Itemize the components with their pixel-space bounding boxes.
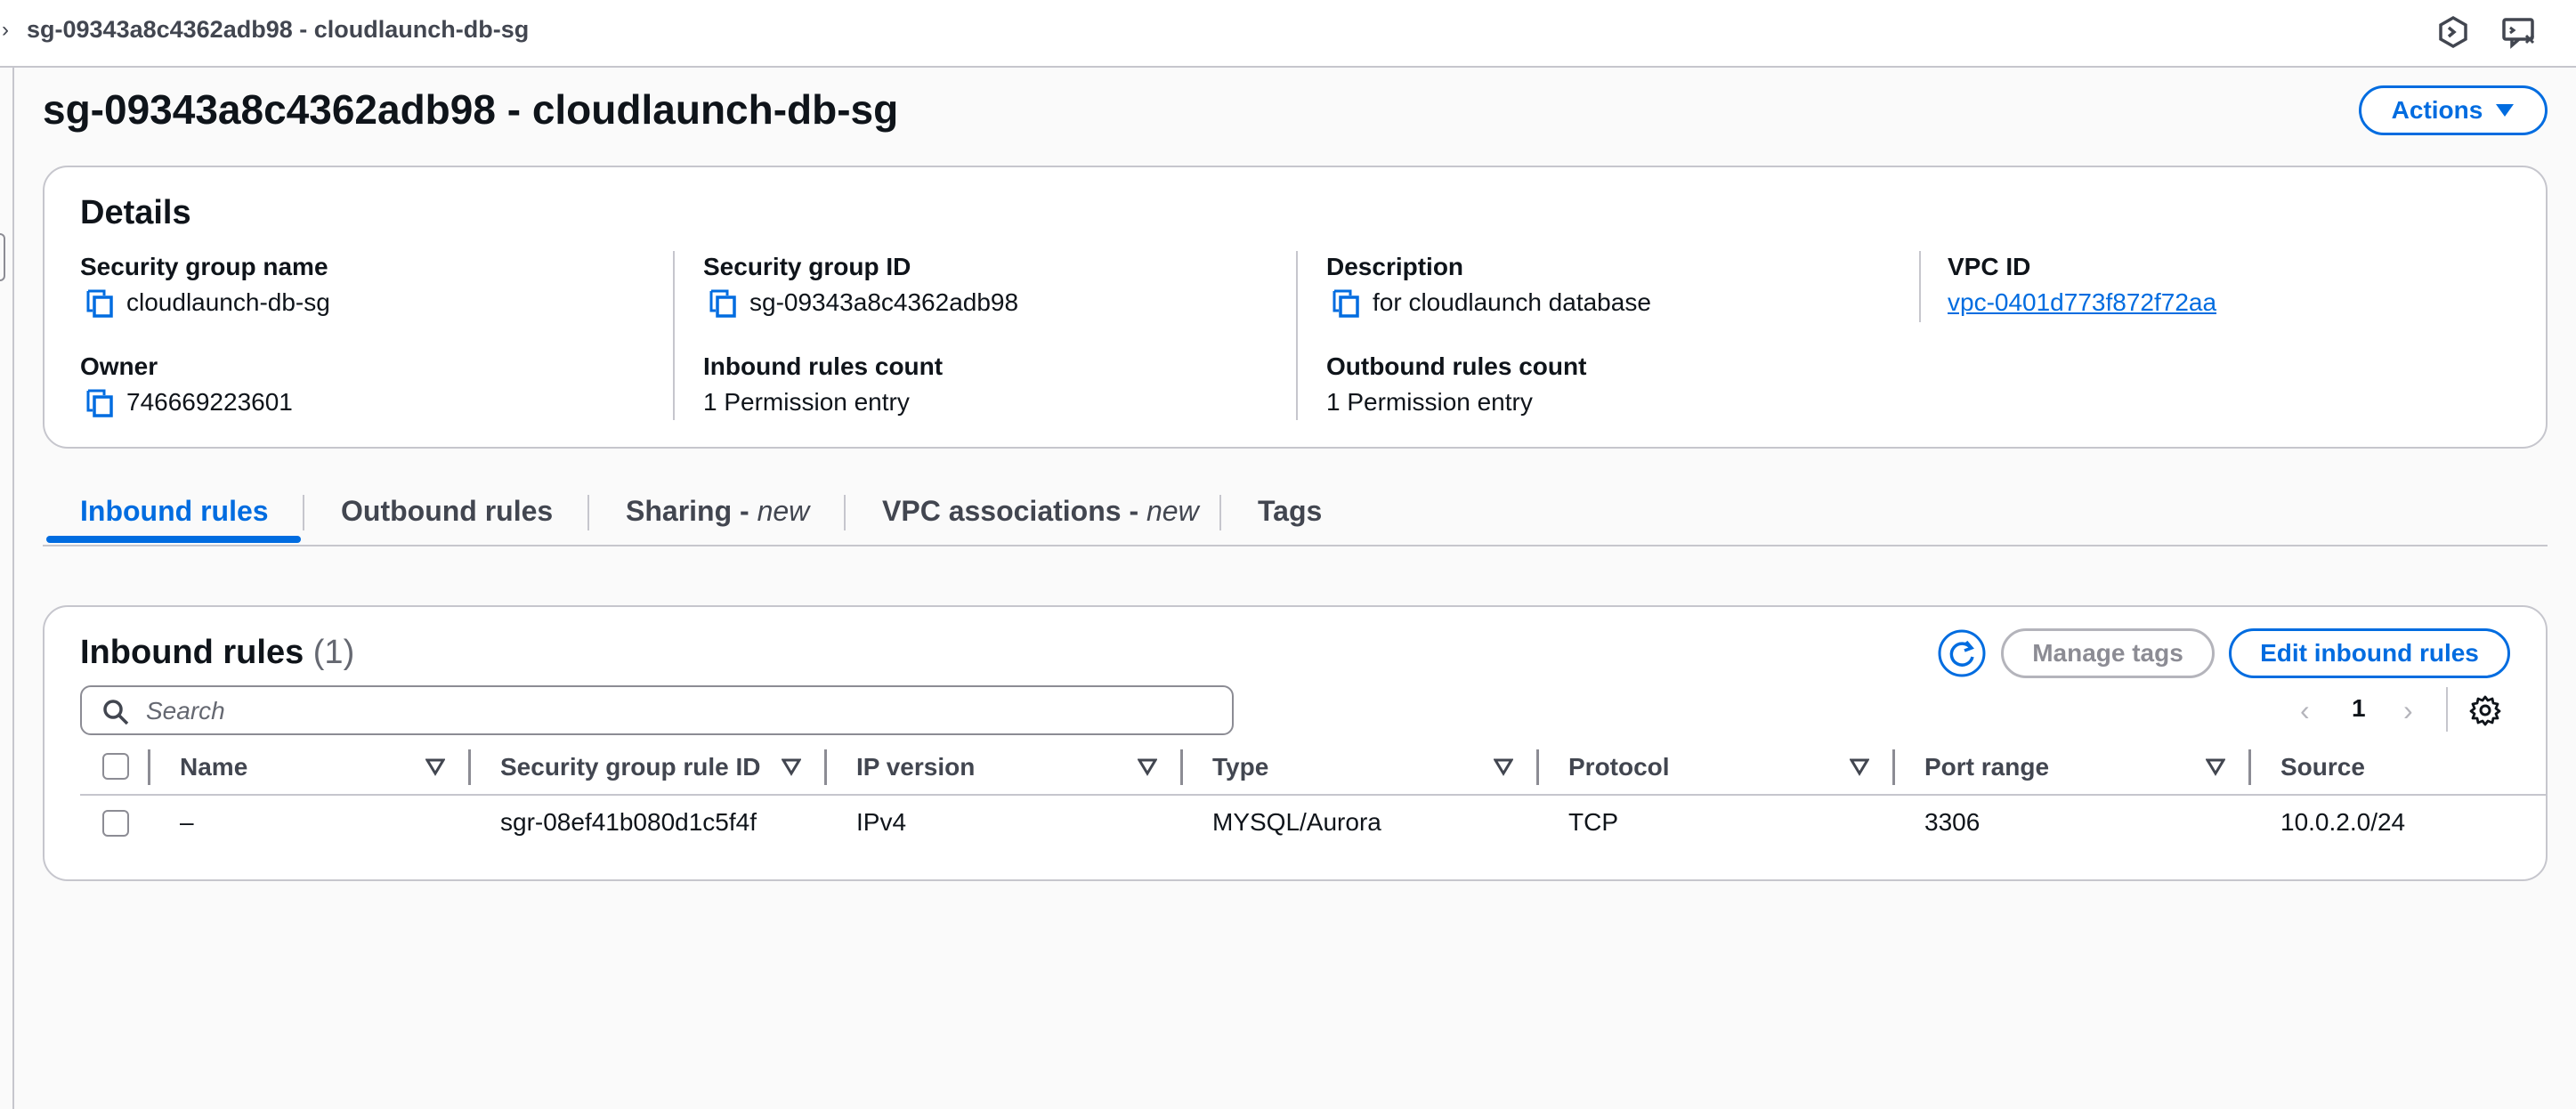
- column-separator: [1892, 749, 1895, 785]
- cell-source: 10.0.2.0/24: [2280, 808, 2406, 836]
- copy-icon[interactable]: [1332, 288, 1360, 319]
- cell-name: –: [180, 808, 194, 836]
- caret-down-icon: [2496, 104, 2515, 117]
- sort-caret-icon[interactable]: [1494, 758, 1513, 776]
- column-header-rule-id[interactable]: Security group rule ID: [500, 753, 761, 781]
- breadcrumb-current: sg-09343a8c4362adb98 - cloudlaunch-db-sg: [27, 16, 530, 43]
- details-divider: [673, 251, 675, 420]
- tab-label: Outbound rules: [341, 495, 554, 527]
- tab-tags[interactable]: Tags: [1258, 495, 1322, 528]
- next-page-icon[interactable]: ›: [2403, 694, 2413, 727]
- tab-label: Tags: [1258, 495, 1323, 527]
- copy-icon[interactable]: [85, 288, 114, 319]
- tab-separator: [587, 495, 589, 530]
- previous-page-icon[interactable]: ‹: [2300, 694, 2310, 727]
- actions-button[interactable]: Actions: [2359, 85, 2548, 135]
- owner-label: Owner: [80, 352, 158, 380]
- cell-ip-version: IPv4: [856, 808, 907, 836]
- gear-icon[interactable]: [2469, 694, 2501, 726]
- details-title: Details: [80, 194, 191, 231]
- new-badge: new: [757, 495, 810, 527]
- current-page[interactable]: 1: [2352, 694, 2366, 723]
- refresh-icon[interactable]: [1937, 628, 1987, 678]
- inbound-rules-heading: Inbound rules: [80, 634, 304, 671]
- tab-sharing[interactable]: Sharing - new: [626, 495, 809, 528]
- manage-tags-label: Manage tags: [2032, 639, 2183, 667]
- collapse-caret-icon[interactable]: ›: [2, 18, 9, 43]
- tab-label: VPC associations -: [882, 495, 1146, 527]
- column-separator: [1536, 749, 1539, 785]
- details-divider: [1296, 251, 1298, 420]
- sort-caret-icon[interactable]: [782, 758, 801, 776]
- cell-type: MYSQL/Aurora: [1212, 808, 1381, 836]
- column-header-port-range[interactable]: Port range: [1924, 753, 2049, 781]
- vpc-id-link[interactable]: vpc-0401d773f872f72aa: [1948, 288, 2216, 317]
- left-rail-divider: [12, 68, 14, 1109]
- inbound-count-value: 1 Permission entry: [703, 388, 910, 416]
- feedback-icon[interactable]: [2499, 12, 2539, 52]
- sort-caret-icon[interactable]: [2206, 758, 2225, 776]
- tab-separator: [844, 495, 846, 530]
- cell-port-range: 3306: [1924, 808, 1981, 836]
- tab-inbound-rules[interactable]: Inbound rules: [80, 495, 269, 528]
- table-header-divider: [80, 794, 2548, 796]
- cloudshell-icon[interactable]: [2434, 12, 2473, 52]
- side-nav-toggle[interactable]: [0, 233, 5, 281]
- active-tab-indicator: [46, 536, 301, 543]
- description-label: Description: [1326, 253, 1464, 280]
- edit-inbound-rules-button[interactable]: Edit inbound rules: [2229, 628, 2510, 678]
- tab-label: Sharing -: [626, 495, 757, 527]
- top-breadcrumb-bar: › sg-09343a8c4362adb98 - cloudlaunch-db-…: [0, 0, 2576, 68]
- tab-label: Inbound rules: [80, 495, 269, 527]
- row-select-checkbox[interactable]: [102, 810, 129, 837]
- edit-inbound-rules-label: Edit inbound rules: [2260, 639, 2479, 667]
- manage-tags-button[interactable]: Manage tags: [2001, 628, 2215, 678]
- column-separator: [2248, 749, 2251, 785]
- select-all-checkbox[interactable]: [102, 753, 129, 780]
- cell-rule-id: sgr-08ef41b080d1c5f4f: [500, 808, 757, 836]
- column-header-type[interactable]: Type: [1212, 753, 1268, 781]
- owner-value: 746669223601: [126, 388, 293, 416]
- tab-separator: [303, 495, 304, 530]
- column-separator: [148, 749, 150, 785]
- copy-icon[interactable]: [709, 288, 737, 319]
- column-header-name[interactable]: Name: [180, 753, 247, 781]
- actions-label: Actions: [2391, 96, 2483, 124]
- inbound-rules-title: Inbound rules (1): [80, 634, 354, 672]
- search-icon: [103, 700, 129, 725]
- sg-name-label: Security group name: [80, 253, 328, 280]
- search-input[interactable]: [144, 692, 1216, 730]
- cell-protocol: TCP: [1568, 808, 1618, 836]
- page-title: sg-09343a8c4362adb98 - cloudlaunch-db-sg: [43, 86, 899, 133]
- vpc-id-label: VPC ID: [1948, 253, 2031, 280]
- sg-id-value: sg-09343a8c4362adb98: [749, 288, 1019, 316]
- search-field[interactable]: [80, 685, 1234, 735]
- tab-separator: [1219, 495, 1221, 530]
- sg-name-value: cloudlaunch-db-sg: [126, 288, 330, 316]
- details-divider: [1919, 251, 1921, 322]
- column-header-protocol[interactable]: Protocol: [1568, 753, 1670, 781]
- tab-outbound-rules[interactable]: Outbound rules: [341, 495, 553, 528]
- tabs-baseline: [43, 545, 2548, 546]
- column-header-ip-version[interactable]: IP version: [856, 753, 975, 781]
- outbound-count-value: 1 Permission entry: [1326, 388, 1533, 416]
- description-value: for cloudlaunch database: [1373, 288, 1651, 316]
- column-header-source[interactable]: Source: [2280, 753, 2365, 781]
- sort-caret-icon[interactable]: [425, 758, 445, 776]
- inbound-rules-count: (1): [312, 634, 355, 671]
- inbound-count-label: Inbound rules count: [703, 352, 944, 380]
- sg-id-label: Security group ID: [703, 253, 911, 280]
- column-separator: [1180, 749, 1183, 785]
- column-separator: [824, 749, 827, 785]
- tab-vpc-associations[interactable]: VPC associations - new: [882, 495, 1199, 528]
- sort-caret-icon[interactable]: [1138, 758, 1157, 776]
- new-badge: new: [1146, 495, 1199, 527]
- column-separator: [468, 749, 471, 785]
- copy-icon[interactable]: [85, 388, 114, 418]
- sort-caret-icon[interactable]: [1850, 758, 1869, 776]
- pager-divider: [2446, 687, 2448, 732]
- outbound-count-label: Outbound rules count: [1326, 352, 1587, 380]
